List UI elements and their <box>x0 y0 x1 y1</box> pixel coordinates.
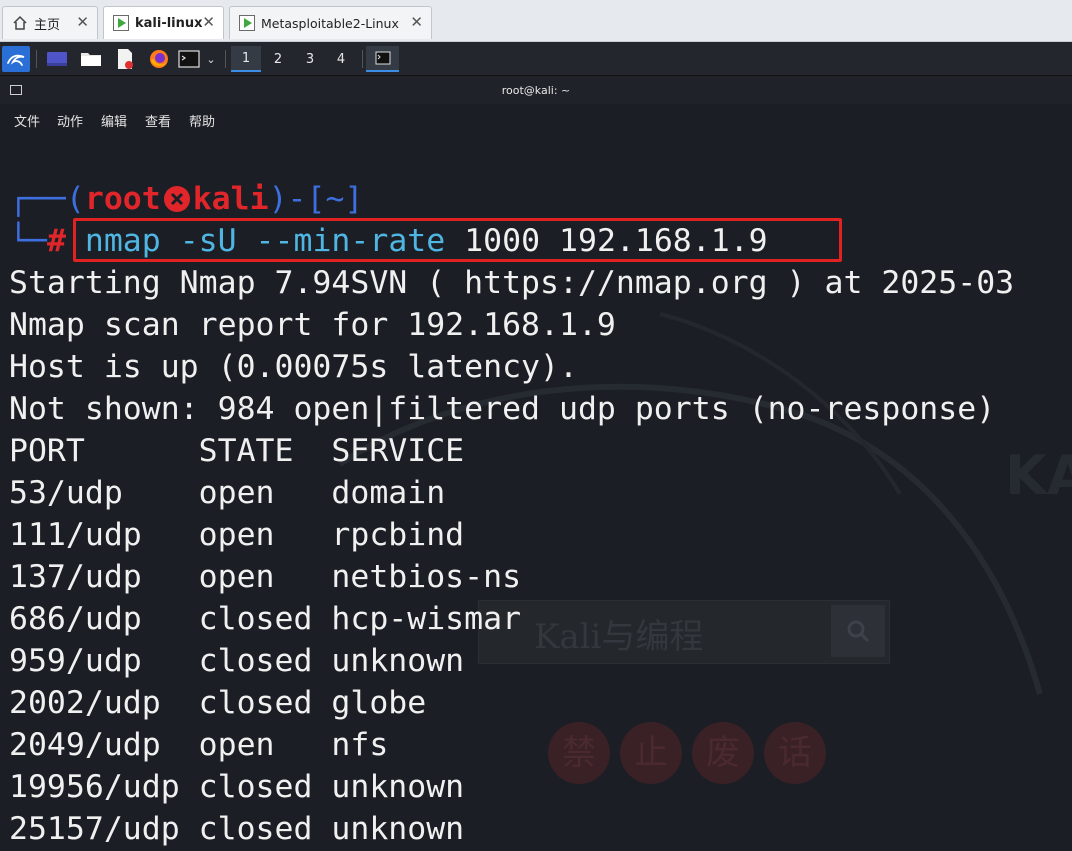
skull-icon <box>163 186 190 212</box>
menu-view[interactable]: 查看 <box>145 111 171 130</box>
workspace-2[interactable]: 2 <box>263 46 293 72</box>
search-icon <box>831 605 885 657</box>
tab-label: 主页 <box>34 17 61 33</box>
panel-separator <box>225 50 226 68</box>
prompt-frame: ┌──( <box>9 181 85 217</box>
tab-kali-linux[interactable]: kali-linux ✕ <box>103 6 224 39</box>
output-line: Nmap scan report for 192.168.1.9 <box>9 307 616 343</box>
prompt-line: ┌──(root kali)-[~] <box>9 178 363 220</box>
menu-edit[interactable]: 编辑 <box>101 111 127 130</box>
seal-char: 话 <box>764 722 826 784</box>
kali-top-panel: ⌄ 1 2 3 4 <box>0 42 1072 76</box>
panel-separator <box>362 50 363 68</box>
home-icon <box>11 14 29 32</box>
menu-action[interactable]: 动作 <box>57 111 83 130</box>
output-line: Not shown: 984 open|filtered udp ports (… <box>9 391 996 427</box>
output-line: 2049/udp open nfs <box>9 727 389 763</box>
firefox-icon[interactable] <box>146 46 172 72</box>
output-line: Host is up (0.00075s latency). <box>9 349 578 385</box>
terminal-output[interactable]: KA Kali与编程 禁 止 废 话 ┌──(root kali)-[~] └─#… <box>0 134 1072 851</box>
seal-char: 止 <box>620 722 682 784</box>
prompt-user: root <box>84 181 161 217</box>
output-line: 959/udp closed unknown <box>9 643 465 679</box>
output-line: Starting Nmap 7.94SVN ( https://nmap.org… <box>9 265 1015 301</box>
watermark-seal: 禁 止 废 话 <box>548 722 828 792</box>
workspace-1[interactable]: 1 <box>231 46 261 72</box>
output-line: 2002/udp closed globe <box>9 685 427 721</box>
file-manager-icon[interactable] <box>78 46 104 72</box>
vm-icon <box>112 14 130 32</box>
output-line: 19956/udp closed unknown <box>9 769 465 805</box>
close-icon[interactable]: ✕ <box>76 14 89 30</box>
command-highlight-box <box>73 218 842 262</box>
chevron-down-icon[interactable]: ⌄ <box>204 46 218 72</box>
output-line: PORT STATE SERVICE <box>9 433 465 469</box>
tab-home[interactable]: 主页 ✕ <box>2 6 98 39</box>
window-title: root@kali: ~ <box>501 84 571 97</box>
terminal-titlebar: root@kali: ~ <box>0 76 1072 104</box>
watermark-search-text: Kali与编程 <box>534 617 704 657</box>
tab-label: Metasploitable2-Linux <box>261 15 399 31</box>
watermark-search-box: Kali与编程 <box>478 600 890 664</box>
svg-text:KA: KA <box>1005 444 1072 507</box>
menu-help[interactable]: 帮助 <box>189 111 215 130</box>
vm-icon <box>238 14 256 32</box>
prompt-path: )-[~] <box>268 181 364 217</box>
taskbar-terminal-window[interactable] <box>366 46 399 72</box>
seal-char: 禁 <box>548 722 610 784</box>
text-editor-icon[interactable] <box>112 46 138 72</box>
terminal-launcher-icon[interactable] <box>177 46 201 72</box>
kali-menu-icon[interactable] <box>2 46 30 72</box>
prompt-host: kali <box>192 181 269 217</box>
output-line: 137/udp open netbios-ns <box>9 559 522 595</box>
show-desktop-icon[interactable] <box>44 46 70 72</box>
close-icon[interactable]: ✕ <box>410 14 423 30</box>
terminal-menubar: 文件 动作 编辑 查看 帮助 <box>0 104 1072 134</box>
prompt-hash: # <box>46 223 66 259</box>
vmware-tab-bar: 主页 ✕ kali-linux ✕ Metasploitable2-Linux … <box>0 0 1072 42</box>
close-icon[interactable]: ✕ <box>202 14 215 30</box>
tab-metasploitable[interactable]: Metasploitable2-Linux ✕ <box>229 6 432 39</box>
output-line: 53/udp open domain <box>9 475 446 511</box>
panel-separator <box>36 50 37 68</box>
output-line: 686/udp closed hcp-wismar <box>9 601 522 637</box>
tab-label: kali-linux <box>135 15 203 31</box>
output-line: 25157/udp closed unknown <box>9 811 465 847</box>
output-line: 111/udp open rpcbind <box>9 517 465 553</box>
menu-file[interactable]: 文件 <box>14 111 40 130</box>
workspace-4[interactable]: 4 <box>326 46 356 72</box>
workspace-3[interactable]: 3 <box>295 46 325 72</box>
prompt-frame: └─ <box>9 223 47 259</box>
seal-char: 废 <box>692 722 754 784</box>
